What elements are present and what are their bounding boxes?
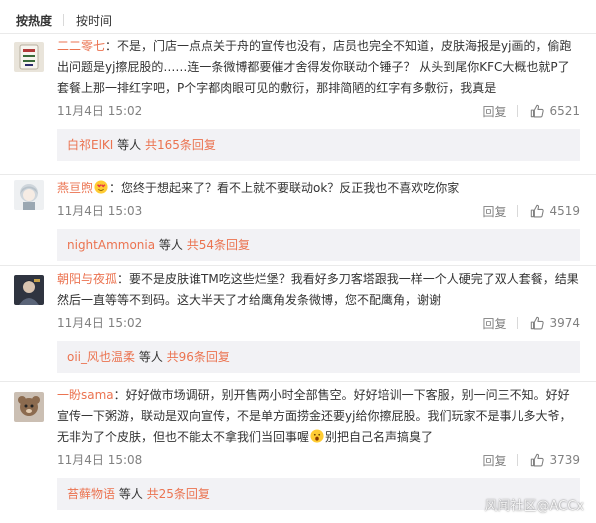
comment-time: 11月4日 15:03 [57,204,143,218]
comment-text: 二二零七：不是，门店一点点关于舟的宣传也没有，店员也完全不知道，皮肤海报是yj画… [57,36,580,99]
comment-content-tail: 别把自己名声搞臭了 [325,430,434,444]
comment-body: 朝阳与夜孤：要不是皮肤谁TM吃这些烂堡？我看好多刀客塔跟我一样一个人硬完了双人套… [57,269,580,373]
dark-character-avatar[interactable] [14,275,44,305]
comment-actions: 回复 3739 [482,451,580,469]
reply-preview-box: 白祁ElKI 等人 共165条回复 [57,129,580,161]
reply-preview-user[interactable]: 白祁ElKI [67,138,113,152]
comment-text: 燕亘煦 ：您终于想起来了？看不上就不要联动ok？反正我也不喜欢吃你家 [57,178,580,199]
comment-actions: 回复 6521 [482,102,580,120]
like-button[interactable]: 6521 [530,104,580,118]
thumbs-up-icon [531,204,545,218]
comment-actions: 回复 3974 [482,314,580,332]
sort-by-time-tab[interactable]: 按时间 [76,12,112,29]
sort-bar: 按热度 按时间 [16,11,112,29]
like-count: 3739 [549,453,580,467]
comment-time: 11月4日 15:02 [57,316,143,330]
reply-preview-mid: 等人 [115,487,147,501]
comment-username[interactable]: 朝阳与夜孤 [57,272,117,286]
comment-time: 11月4日 15:08 [57,453,143,467]
like-button[interactable]: 4519 [530,204,580,218]
header-divider [0,33,596,34]
comment-content: ：要不是皮肤谁TM吃这些烂堡？我看好多刀客塔跟我一样一个人硬完了双人套餐，结果然… [57,272,579,307]
reply-preview-count-link[interactable]: 共54条回复 [187,238,250,252]
action-divider [517,454,519,466]
reply-preview-user[interactable]: 苔藓物语 [67,487,115,501]
comment-text: 一盼sama：好好做市场调研，别开售两小时全部售空。好好培训一下客服，别一问三不… [57,385,580,448]
thumbs-up-icon [531,453,545,467]
emoji-surprised-icon [310,429,324,443]
reply-preview-mid: 等人 [113,138,145,152]
comment-body: 燕亘煦 ：您终于想起来了？看不上就不要联动ok？反正我也不喜欢吃你家 11月4日 … [57,178,580,261]
comment-meta: 11月4日 15:02 回复 3974 [57,314,580,332]
comment-content: ：不是，门店一点点关于舟的宣传也没有，店员也完全不知道，皮肤海报是yj画的，偷跑… [57,39,572,95]
anime-girl-avatar[interactable] [14,180,44,210]
comment-actions: 回复 4519 [482,202,580,220]
comment-text: 朝阳与夜孤：要不是皮肤谁TM吃这些烂堡？我看好多刀客塔跟我一样一个人硬完了双人套… [57,269,580,311]
like-button[interactable]: 3739 [530,453,580,467]
comment-time: 11月4日 15:02 [57,104,143,118]
comment-username[interactable]: 一盼sama [57,388,114,402]
reply-preview-count-link[interactable]: 共25条回复 [147,487,210,501]
comment-body: 一盼sama：好好做市场调研，别开售两小时全部售空。好好培训一下客服，别一问三不… [57,385,580,510]
watermark: 风闻社区@ACCx [484,499,584,514]
reply-button[interactable]: 回复 [482,203,506,220]
action-divider [517,205,519,217]
like-count: 6521 [549,104,580,118]
reply-preview-count-link[interactable]: 共165条回复 [145,138,216,152]
emoji-heart-eyes-icon [94,180,108,194]
reply-button[interactable]: 回复 [482,103,506,120]
like-button[interactable]: 3974 [530,316,580,330]
comment-meta: 11月4日 15:08 回复 3739 [57,451,580,469]
reply-preview-box: oii_风也温柔 等人 共96条回复 [57,341,580,373]
action-divider [517,105,519,117]
comment-divider [0,265,596,266]
sort-by-hot-tab[interactable]: 按热度 [16,12,52,29]
reply-preview-mid: 等人 [135,350,167,364]
like-count: 3974 [549,316,580,330]
comment-meta: 11月4日 15:03 回复 4519 [57,202,580,220]
reply-button[interactable]: 回复 [482,452,506,469]
reply-preview-user[interactable]: oii_风也温柔 [67,350,135,364]
comment-content: ：您终于想起来了？看不上就不要联动ok？反正我也不喜欢吃你家 [109,181,460,195]
reply-preview-mid: 等人 [155,238,187,252]
comment-divider [0,381,596,382]
action-divider [517,317,519,329]
plush-toy-avatar[interactable] [14,392,44,422]
comment-username[interactable]: 二二零七 [57,39,105,53]
comment-meta: 11月4日 15:02 回复 6521 [57,102,580,120]
comment-body: 二二零七：不是，门店一点点关于舟的宣传也没有，店员也完全不知道，皮肤海报是yj画… [57,36,580,161]
comment-username[interactable]: 燕亘煦 [57,181,93,195]
thumbs-up-icon [531,316,545,330]
reply-preview-count-link[interactable]: 共96条回复 [167,350,230,364]
reply-preview-box: nightAmmonia 等人 共54条回复 [57,229,580,261]
thumbs-up-icon [531,104,545,118]
sort-divider [63,14,65,26]
mahjong-tile-avatar[interactable] [14,42,44,72]
reply-button[interactable]: 回复 [482,315,506,332]
reply-preview-user[interactable]: nightAmmonia [67,238,155,252]
like-count: 4519 [549,204,580,218]
comment-divider [0,174,596,175]
